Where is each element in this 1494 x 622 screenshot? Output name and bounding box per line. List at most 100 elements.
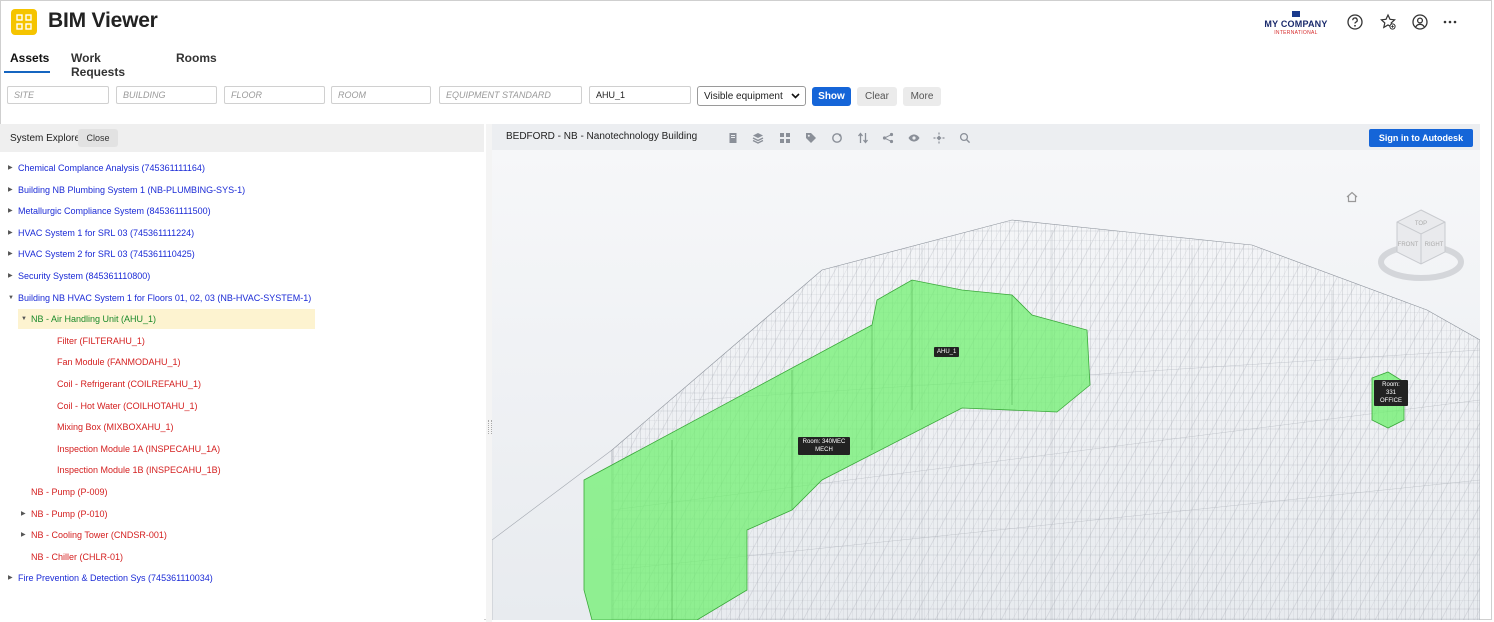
- chevron-down-icon: [791, 91, 800, 103]
- ahu-tag[interactable]: AHU_1: [934, 347, 960, 357]
- eye-icon[interactable]: [908, 131, 920, 143]
- tree-item-label: Fire Prevention & Detection Sys (7453611…: [18, 573, 213, 584]
- active-tab-indicator: [4, 71, 50, 73]
- tree-item[interactable]: Inspection Module 1A (INSPECAHU_1A): [47, 439, 220, 459]
- tree-item[interactable]: ▶ Building NB Plumbing System 1 (NB-PLUMB…: [8, 180, 245, 200]
- app-title: BIM Viewer: [48, 9, 158, 32]
- tree-item-label: Building NB HVAC System 1 for Floors 01,…: [18, 292, 312, 303]
- visibility-select[interactable]: Visible equipment: [697, 86, 806, 106]
- caret-down-icon[interactable]: ▼: [8, 288, 18, 308]
- room-office-tag-name: OFFICE: [1380, 398, 1402, 404]
- caret-right-icon[interactable]: ▶: [8, 266, 18, 286]
- tree-item[interactable]: ▼ NB - Air Handling Unit (AHU_1): [18, 309, 315, 330]
- room-office-tag-number: Room: 331: [1382, 382, 1400, 396]
- tree-item[interactable]: ▶ Security System (845361110800): [8, 266, 150, 286]
- equipment-input[interactable]: [589, 86, 691, 104]
- building-input[interactable]: [116, 86, 217, 104]
- more-icon[interactable]: [1441, 13, 1459, 31]
- sign-in-autodesk-button[interactable]: Sign in to Autodesk: [1369, 129, 1473, 147]
- document-icon[interactable]: [727, 131, 739, 143]
- account-icon[interactable]: [1411, 13, 1429, 31]
- app-header: BIM Viewer MY COMPANY INTERNATIONAL: [0, 0, 1494, 44]
- room-office-tag[interactable]: Room: 331 OFFICE: [1374, 380, 1408, 406]
- tree-item-label: Chemical Complance Analysis (74536111116…: [18, 163, 205, 173]
- tab-work-requests[interactable]: Work Requests: [71, 51, 125, 79]
- help-icon[interactable]: [1346, 13, 1364, 31]
- tree-item[interactable]: ▶ HVAC System 1 for SRL 03 (745361111224): [8, 223, 194, 243]
- tree-item-label: NB - Air Handling Unit (AHU_1): [31, 314, 157, 325]
- show-button[interactable]: Show: [812, 87, 851, 106]
- tree-item-label: Metallurgic Compliance System (845361111…: [18, 206, 211, 217]
- equipment-standard-input[interactable]: [439, 86, 582, 104]
- system-explorer-header: System Explorer Close: [0, 124, 484, 152]
- caret-right-icon[interactable]: ▶: [21, 504, 31, 524]
- room-input[interactable]: [331, 86, 431, 104]
- tag-icon[interactable]: [805, 131, 817, 143]
- tree-item-label: Building NB Plumbing System 1 (NB-PLUMBI…: [18, 184, 246, 195]
- tree-item-label: Filter (FILTERAHU_1): [57, 335, 145, 346]
- tree-item[interactable]: ▶ Metallurgic Compliance System (84536111…: [8, 201, 211, 221]
- viewer-toolbar: BEDFORD - NB - Nanotechnology Building S…: [492, 124, 1480, 150]
- caret-right-icon[interactable]: ▶: [8, 180, 18, 200]
- tree-item[interactable]: Fan Module (FANMODAHU_1): [47, 352, 181, 372]
- tree-item[interactable]: NB - Chiller (CHLR-01): [21, 547, 123, 567]
- caret-right-icon[interactable]: ▶: [8, 244, 18, 264]
- tree-item[interactable]: ▶ Fire Prevention & Detection Sys (745361…: [8, 568, 213, 588]
- viewcube-top-label: TOP: [1415, 221, 1427, 227]
- share-icon[interactable]: [882, 131, 894, 144]
- favorites-icon[interactable]: [1379, 13, 1397, 31]
- building-wireframe: [492, 219, 1480, 620]
- caret-right-icon[interactable]: ▶: [8, 158, 18, 178]
- tree-item[interactable]: NB - Pump (P-009): [21, 482, 108, 502]
- tree-item-label: Coil - Hot Water (COILHOTAHU_1): [57, 400, 198, 411]
- site-input[interactable]: [7, 86, 109, 104]
- more-button[interactable]: More: [903, 87, 941, 106]
- tree-item-label: HVAC System 1 for SRL 03 (745361111224): [18, 227, 195, 238]
- tree-item[interactable]: Coil - Refrigerant (COILREFAHU_1): [47, 374, 201, 394]
- tree-item[interactable]: Filter (FILTERAHU_1): [47, 331, 145, 351]
- viewcube[interactable]: TOP FRONT RIGHT: [1375, 202, 1467, 288]
- close-panel-button[interactable]: Close: [78, 129, 118, 147]
- tree-item[interactable]: Mixing Box (MIXBOXAHU_1): [47, 417, 174, 437]
- tree-item-label: NB - Pump (P-009): [31, 487, 108, 497]
- tree-item[interactable]: ▼ Building NB HVAC System 1 for Floors 01…: [8, 288, 311, 308]
- caret-right-icon[interactable]: ▶: [8, 223, 18, 243]
- caret-right-icon[interactable]: ▶: [8, 201, 18, 221]
- clear-button[interactable]: Clear: [857, 87, 897, 106]
- model-canvas[interactable]: AHU_1 Room: 340MEC MECH Room: 331 OFFICE…: [492, 150, 1480, 620]
- room-mech-tag-name: MECH: [815, 447, 833, 453]
- tree-item-label: Mixing Box (MIXBOXAHU_1): [57, 422, 174, 433]
- caret-right-icon[interactable]: ▶: [21, 525, 31, 545]
- tree-item-label: NB - Pump (P-010): [31, 508, 108, 519]
- tree-item[interactable]: ▶ Chemical Complance Analysis (7453611111…: [8, 158, 205, 178]
- grid-icon[interactable]: [779, 131, 791, 143]
- company-logo: MY COMPANY INTERNATIONAL: [1260, 11, 1332, 36]
- tree-item[interactable]: ▶ NB - Cooling Tower (CNDSR-001): [21, 525, 167, 545]
- tab-rooms[interactable]: Rooms: [176, 51, 217, 65]
- viewcube-front-label: FRONT: [1398, 242, 1419, 248]
- layers-icon[interactable]: [752, 131, 764, 144]
- system-explorer-panel: System Explorer Close ▶ Chemical Complanc…: [0, 124, 484, 622]
- company-subtitle: INTERNATIONAL: [1274, 30, 1318, 36]
- caret-down-icon[interactable]: ▼: [21, 309, 31, 329]
- search-icon[interactable]: [959, 131, 971, 144]
- tab-assets[interactable]: Assets: [10, 51, 49, 65]
- home-view-icon[interactable]: [1345, 190, 1359, 204]
- room-mech-tag-number: Room: 340MEC: [802, 439, 846, 445]
- tree-item-label: NB - Cooling Tower (CNDSR-001): [31, 530, 167, 541]
- tree-item-label: Fan Module (FANMODAHU_1): [57, 357, 181, 368]
- explode-icon[interactable]: [933, 131, 945, 144]
- system-explorer-title: System Explorer: [10, 133, 84, 144]
- caret-right-icon[interactable]: ▶: [8, 568, 18, 588]
- room-mech-tag[interactable]: Room: 340MEC MECH: [798, 437, 850, 455]
- model-viewer: BEDFORD - NB - Nanotechnology Building S…: [492, 124, 1480, 620]
- viewcube-right-label: RIGHT: [1425, 242, 1444, 248]
- sort-icon[interactable]: [857, 131, 869, 144]
- viewer-title: BEDFORD - NB - Nanotechnology Building: [506, 131, 698, 142]
- tree-item[interactable]: Inspection Module 1B (INSPECAHU_1B): [47, 460, 221, 480]
- tree-item[interactable]: ▶ HVAC System 2 for SRL 03 (745361110425): [8, 244, 195, 264]
- tree-item[interactable]: Coil - Hot Water (COILHOTAHU_1): [47, 396, 198, 416]
- floor-input[interactable]: [224, 86, 325, 104]
- rotate-icon[interactable]: [831, 131, 843, 143]
- tree-item[interactable]: ▶ NB - Pump (P-010): [21, 504, 108, 524]
